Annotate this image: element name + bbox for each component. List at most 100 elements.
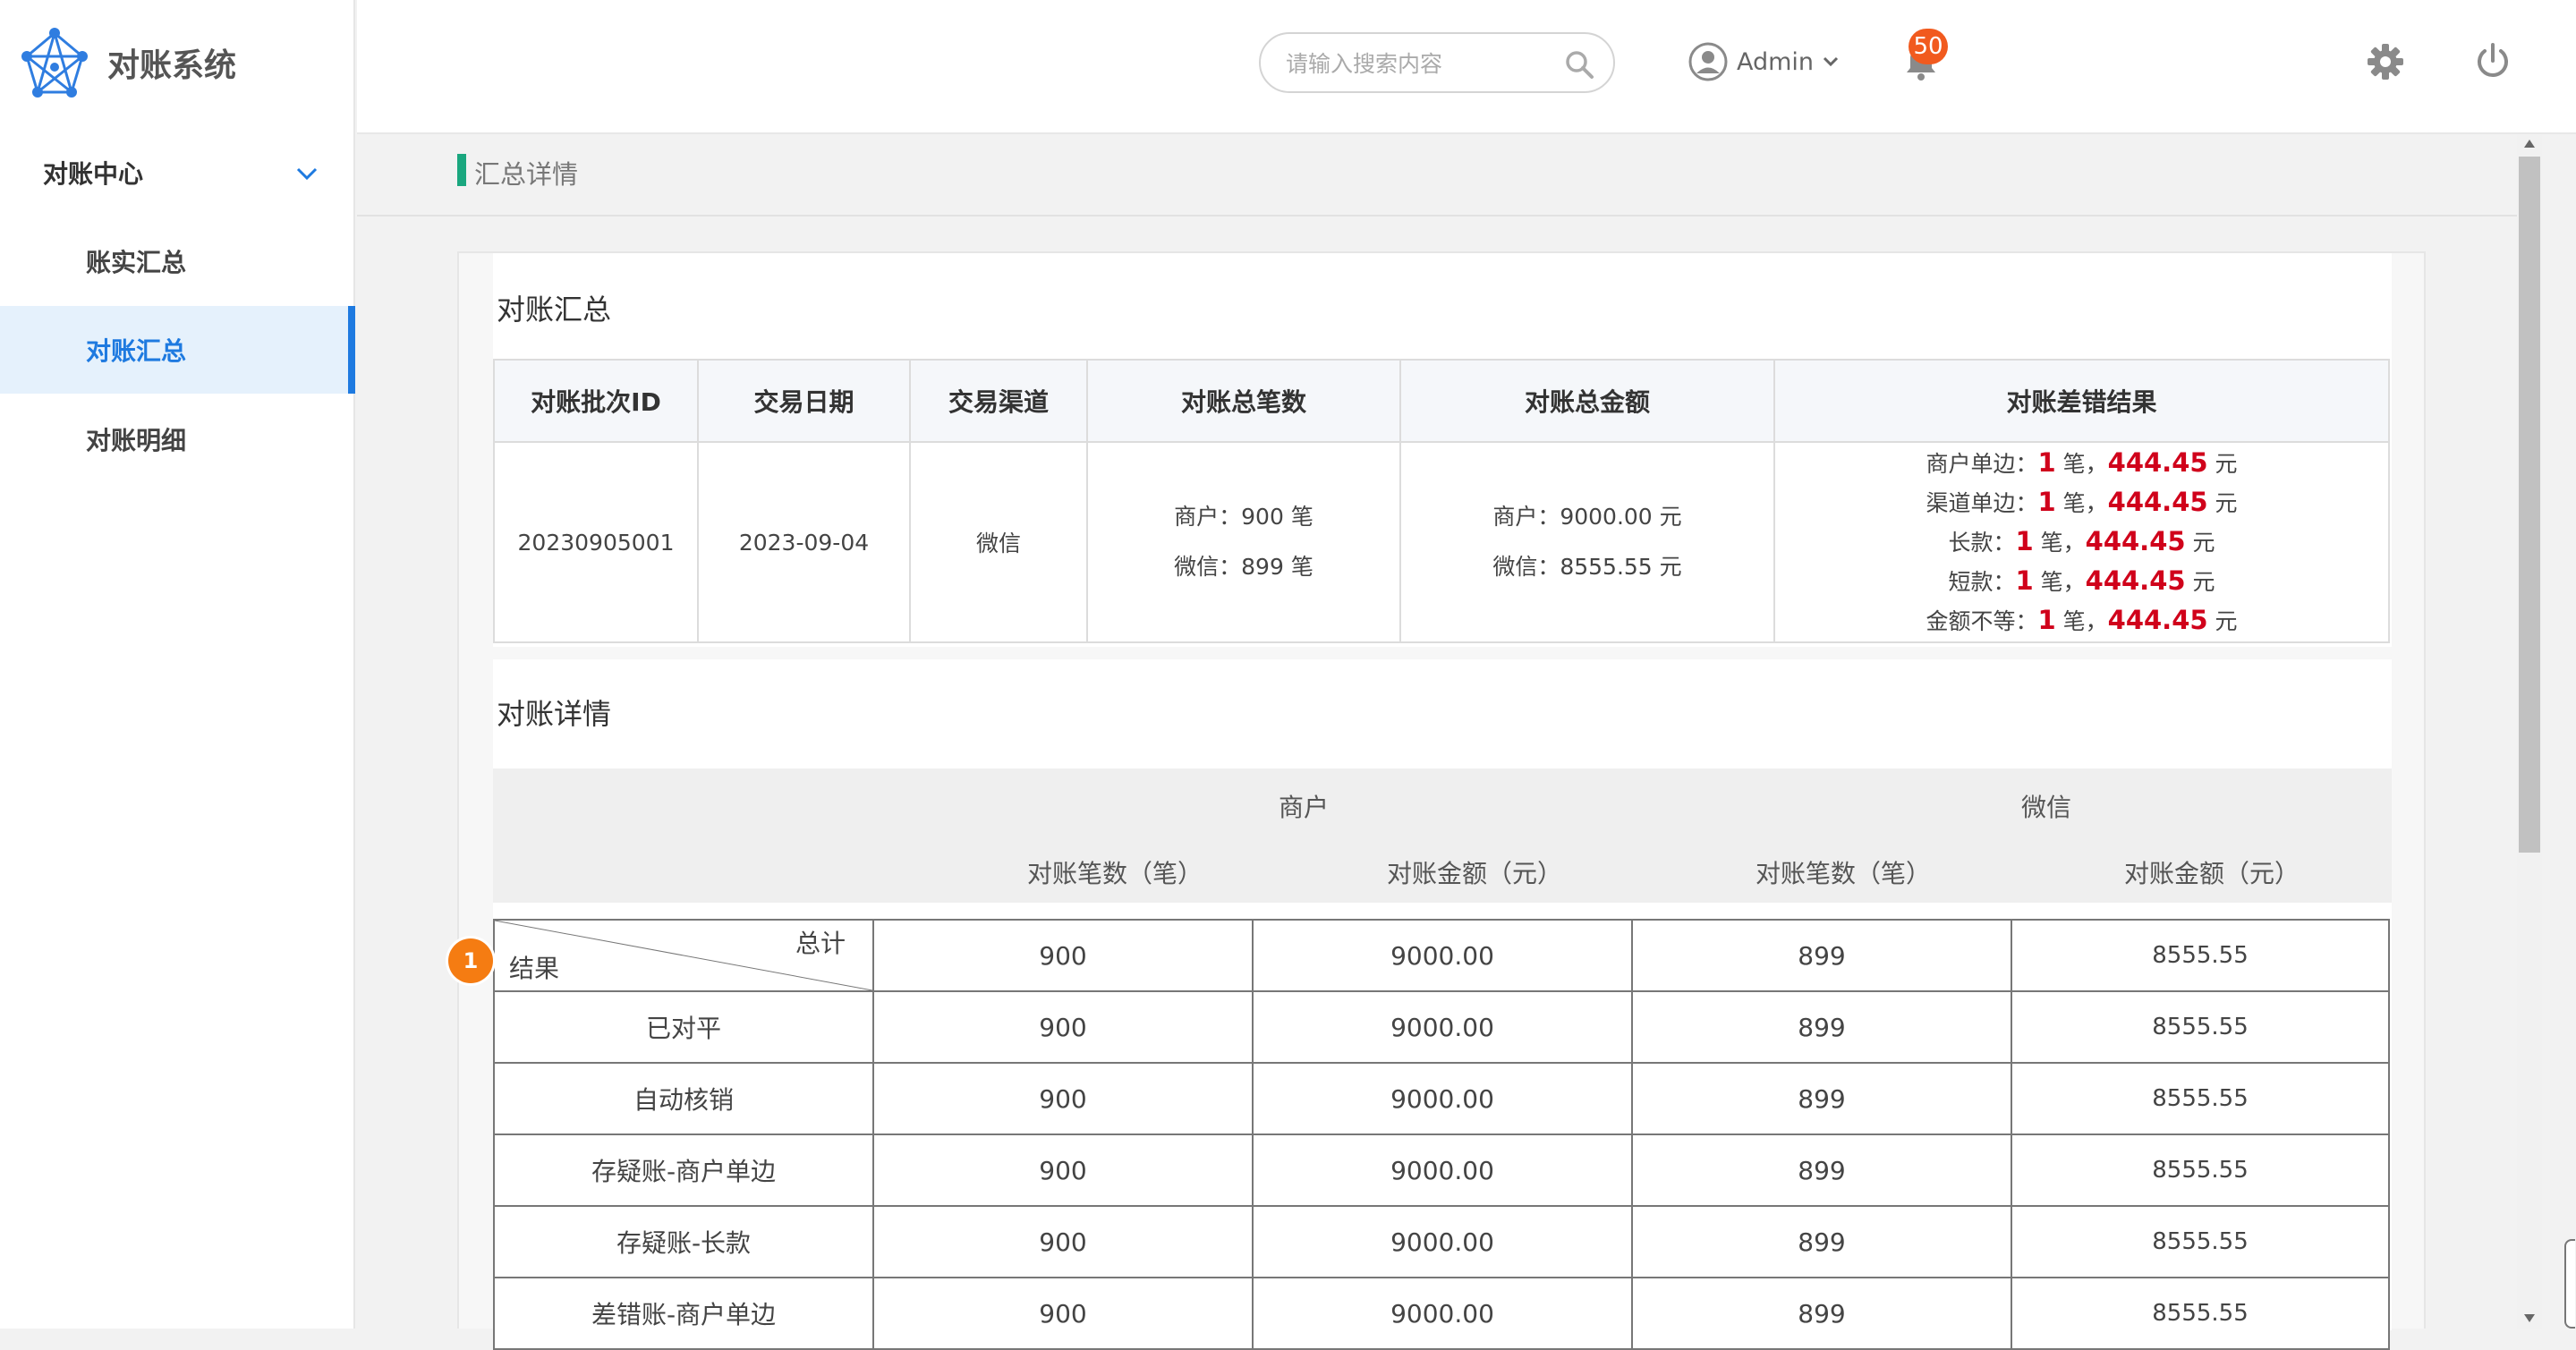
table-cell: 900 bbox=[872, 1062, 1254, 1135]
channel-cell: 微信 bbox=[909, 441, 1088, 643]
table-cell: 8555.55 bbox=[2011, 1205, 2390, 1278]
user-avatar-icon bbox=[1688, 42, 1728, 81]
summary-title: 对账汇总 bbox=[497, 293, 612, 327]
diff-amount: 444.45 bbox=[2085, 565, 2186, 596]
diff-suffix: 元 bbox=[2185, 569, 2215, 595]
app-logo[interactable]: 对账系统 bbox=[18, 25, 236, 100]
merchant-count: 商户：900 笔 bbox=[1174, 504, 1314, 530]
table-cell: 900 bbox=[872, 919, 1254, 992]
table-cell: 8555.55 bbox=[2011, 919, 2390, 992]
detail-title: 对账详情 bbox=[497, 697, 612, 731]
scroll-up-arrow-icon[interactable] bbox=[2521, 136, 2538, 152]
table-row: 总计 结果 900 9000.00 899 8555.55 bbox=[493, 919, 2390, 992]
app-name: 对账系统 bbox=[107, 47, 237, 84]
row-label: 自动核销 bbox=[493, 1062, 874, 1135]
batch-id-cell: 20230905001 bbox=[493, 441, 699, 643]
group-header-merchant: 商户 bbox=[1278, 793, 1329, 822]
table-row: 差错账-商户单边 900 9000.00 899 8555.55 bbox=[493, 1277, 2390, 1350]
diff-line: 商户单边：1 笔，444.45 元 bbox=[1776, 444, 2387, 483]
table-row: 自动核销 900 9000.00 899 8555.55 bbox=[493, 1062, 2390, 1135]
diff-line: 金额不等：1 笔，444.45 元 bbox=[1776, 601, 2387, 641]
menu-group-label: 对账中心 bbox=[43, 159, 144, 189]
table-cell: 9000.00 bbox=[1252, 919, 1633, 992]
page-title: 汇总详情 bbox=[474, 159, 579, 190]
table-cell: 8555.55 bbox=[2011, 1133, 2390, 1207]
network-logo-icon bbox=[21, 28, 88, 98]
search-icon[interactable] bbox=[1563, 48, 1595, 81]
column-header: 对账批次ID bbox=[493, 359, 699, 443]
corner-result-label: 结果 bbox=[509, 954, 560, 983]
table-cell: 900 bbox=[872, 1205, 1254, 1278]
summary-table: 对账批次ID 交易日期 交易渠道 对账总笔数 对账总金额 对账差错结果 2023… bbox=[493, 359, 2390, 643]
sidebar-item-reconciliation-detail[interactable]: 对账明细 bbox=[0, 395, 355, 483]
sub-header: 对账笔数（笔） bbox=[1755, 859, 1931, 888]
diff-amount: 444.45 bbox=[2107, 447, 2208, 478]
power-icon[interactable] bbox=[2473, 41, 2512, 81]
diff-label: 金额不等： bbox=[1926, 608, 2038, 634]
sidebar-item-account-summary[interactable]: 账实汇总 bbox=[0, 217, 355, 305]
diff-unit: 笔， bbox=[2055, 490, 2108, 516]
table-row: 存疑账-商户单边 900 9000.00 899 8555.55 bbox=[493, 1133, 2390, 1207]
row-label: 差错账-商户单边 bbox=[493, 1277, 874, 1350]
table-cell: 899 bbox=[1631, 1133, 2012, 1207]
merchant-amount: 商户：9000.00 元 bbox=[1492, 504, 1682, 530]
diff-suffix: 元 bbox=[2207, 490, 2238, 516]
diff-unit: 笔， bbox=[2033, 569, 2086, 595]
sidebar-item-reconciliation-summary[interactable]: 对账汇总 bbox=[0, 306, 355, 394]
title-accent-bar bbox=[457, 154, 466, 186]
diff-unit: 笔， bbox=[2055, 451, 2108, 477]
summary-row: 20230905001 2023-09-04 微信 商户：900 笔 微信：89… bbox=[493, 441, 2390, 643]
column-header: 对账总金额 bbox=[1399, 359, 1775, 443]
sub-header: 对账金额（元） bbox=[1386, 859, 1562, 888]
diff-count: 1 bbox=[2037, 447, 2056, 478]
sidebar-item-label: 对账汇总 bbox=[86, 336, 187, 366]
table-cell: 900 bbox=[872, 1277, 1254, 1350]
sub-header: 对账金额（元） bbox=[2123, 859, 2300, 888]
table-row: 存疑账-长款 900 9000.00 899 8555.55 bbox=[493, 1205, 2390, 1278]
summary-section: 对账汇总 对账批次ID 交易日期 交易渠道 对账总笔数 对账总金额 对账差错结果… bbox=[493, 253, 2392, 647]
search-box bbox=[1259, 32, 1615, 93]
table-cell: 899 bbox=[1631, 1205, 2012, 1278]
column-header: 交易日期 bbox=[697, 359, 911, 443]
sidebar-item-label: 账实汇总 bbox=[86, 248, 187, 277]
table-cell: 9000.00 bbox=[1252, 1062, 1633, 1135]
chevron-down-icon bbox=[1824, 56, 1839, 67]
table-row: 已对平 900 9000.00 899 8555.55 bbox=[493, 990, 2390, 1064]
table-cell: 900 bbox=[872, 1133, 1254, 1207]
search-input[interactable] bbox=[1284, 45, 1556, 82]
detail-table-header: 商户 微信 对账笔数（笔） 对账金额（元） 对账笔数（笔） 对账金额（元） bbox=[493, 768, 2392, 903]
diff-count: 1 bbox=[2015, 565, 2034, 596]
scrollbar-thumb[interactable] bbox=[2519, 157, 2540, 853]
diff-suffix: 元 bbox=[2207, 451, 2238, 477]
sidebar: 对账系统 对账中心 账实汇总 对账汇总 对账明细 bbox=[0, 0, 355, 1329]
date-cell: 2023-09-04 bbox=[697, 441, 911, 643]
row-label: 已对平 bbox=[493, 990, 874, 1064]
table-cell: 899 bbox=[1631, 919, 2012, 992]
wechat-amount: 微信：8555.55 元 bbox=[1492, 554, 1682, 580]
amount-cell: 商户：9000.00 元 微信：8555.55 元 bbox=[1399, 441, 1775, 643]
diff-line: 长款：1 笔，444.45 元 bbox=[1776, 522, 2387, 562]
detail-table-wrapper: 商户 微信 对账笔数（笔） 对账金额（元） 对账笔数（笔） 对账金额（元） 总计… bbox=[493, 768, 2392, 1350]
diff-count: 1 bbox=[2037, 487, 2056, 517]
column-header: 对账差错结果 bbox=[1773, 359, 2390, 443]
diff-count: 1 bbox=[2037, 605, 2056, 635]
chevron-down-icon bbox=[296, 167, 318, 181]
diff-amount: 444.45 bbox=[2085, 526, 2186, 556]
summary-header-row: 对账批次ID 交易日期 交易渠道 对账总笔数 对账总金额 对账差错结果 bbox=[493, 359, 2390, 443]
table-cell: 899 bbox=[1631, 990, 2012, 1064]
scroll-down-arrow-icon[interactable] bbox=[2521, 1310, 2538, 1326]
group-header-wechat: 微信 bbox=[2020, 793, 2071, 822]
corner-total-label: 总计 bbox=[795, 929, 846, 958]
menu-group-reconciliation-center[interactable]: 对账中心 bbox=[0, 141, 353, 204]
table-cell: 900 bbox=[872, 990, 1254, 1064]
table-cell: 9000.00 bbox=[1252, 1205, 1633, 1278]
sub-header: 对账笔数（笔） bbox=[1026, 859, 1203, 888]
user-menu[interactable]: Admin bbox=[1688, 39, 1841, 84]
gear-icon[interactable] bbox=[2367, 43, 2404, 81]
table-cell: 9000.00 bbox=[1252, 990, 1633, 1064]
diff-label: 渠道单边： bbox=[1926, 490, 2038, 516]
step-marker-badge: 1 bbox=[448, 938, 493, 983]
page-titlebar: 汇总详情 bbox=[357, 134, 2517, 217]
detail-section: 对账详情 商户 微信 对账笔数（笔） 对账金额（元） 对账笔数（笔） 对账金额（… bbox=[493, 659, 2392, 1350]
diff-label: 短款： bbox=[1948, 569, 2016, 595]
